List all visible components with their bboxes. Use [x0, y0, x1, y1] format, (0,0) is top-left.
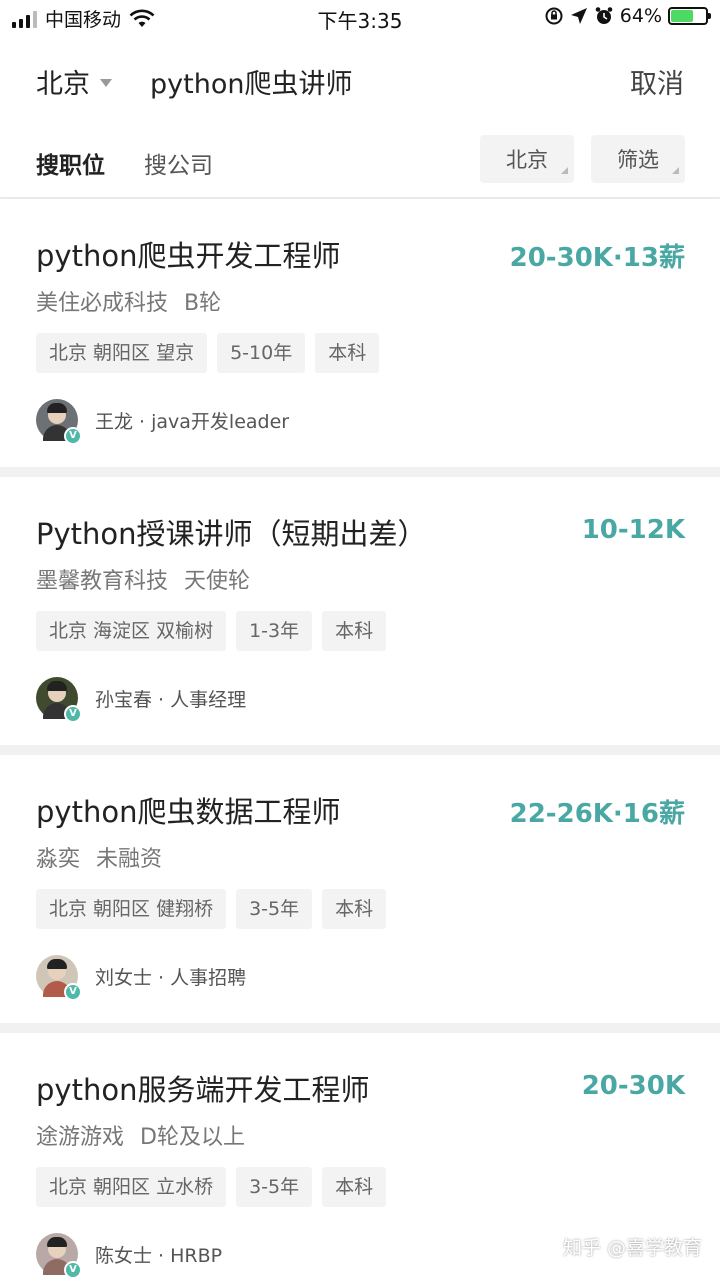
company-name: 美住必成科技	[36, 291, 169, 316]
education-tag: 本科	[322, 889, 387, 929]
job-title: python服务端开发工程师	[36, 1073, 370, 1107]
avatar: V	[36, 677, 82, 723]
chevron-down-icon	[100, 78, 112, 87]
company-name: 墨馨教育科技	[36, 569, 169, 594]
city-label: 北京	[36, 69, 90, 100]
job-title: Python授课讲师（短期出差）	[36, 517, 427, 551]
tab-search-jobs[interactable]: 搜职位	[36, 146, 105, 180]
cancel-button[interactable]: 取消	[630, 62, 684, 101]
company-name: 淼奕	[36, 847, 81, 872]
battery-level	[671, 10, 693, 22]
job-tags: 北京 朝阳区 立水桥 3-5年 本科	[36, 1167, 387, 1207]
job-card[interactable]: python爬虫开发工程师 20-30K·13薪 美住必成科技 B轮 北京 朝阳区…	[0, 199, 720, 467]
experience-tag: 3-5年	[236, 889, 313, 929]
rotation-lock-icon	[545, 7, 563, 25]
experience-tag: 5-10年	[217, 333, 306, 373]
filter-button[interactable]: 筛选	[591, 135, 685, 183]
job-salary: 20-30K·13薪	[509, 243, 685, 273]
recruiter: V 刘女士 · 人事招聘	[36, 955, 247, 1001]
education-tag: 本科	[315, 333, 380, 373]
funding-stage: B轮	[184, 291, 222, 316]
corner-triangle-icon	[561, 167, 568, 174]
company-name: 途游游戏	[36, 1125, 125, 1150]
funding-stage: D轮及以上	[140, 1125, 245, 1150]
job-title: python爬虫数据工程师	[36, 795, 341, 829]
status-right: 64%	[544, 5, 711, 27]
search-input[interactable]: python爬虫讲师	[150, 62, 352, 101]
funding-stage: 未融资	[96, 847, 163, 872]
city-filter-button[interactable]: 北京	[480, 135, 574, 183]
job-tags: 北京 海淀区 双榆树 1-3年 本科	[36, 611, 387, 651]
location-icon	[570, 8, 587, 24]
education-tag: 本科	[322, 1167, 387, 1207]
alarm-icon	[595, 7, 613, 24]
avatar: V	[36, 399, 82, 445]
experience-tag: 1-3年	[236, 611, 313, 651]
company-info: 淼奕 未融资	[36, 841, 162, 873]
tab-search-companies[interactable]: 搜公司	[144, 146, 213, 180]
job-tags: 北京 朝阳区 望京 5-10年 本科	[36, 333, 380, 373]
verified-badge-icon: V	[64, 427, 82, 445]
job-salary: 10-12K	[581, 515, 685, 545]
location-tag: 北京 海淀区 双榆树	[36, 611, 227, 651]
job-card[interactable]: Python授课讲师（短期出差） 10-12K 墨馨教育科技 天使轮 北京 海淀区…	[0, 477, 720, 745]
corner-triangle-icon	[672, 167, 679, 174]
job-card[interactable]: python爬虫数据工程师 22-26K·16薪 淼奕 未融资 北京 朝阳区 健翔…	[0, 755, 720, 1023]
verified-badge-icon: V	[64, 983, 82, 1001]
company-info: 美住必成科技 B轮	[36, 285, 221, 317]
avatar: V	[36, 955, 82, 1001]
recruiter-name: 刘女士 · 人事招聘	[95, 966, 247, 989]
filter-label: 筛选	[617, 148, 659, 172]
job-title: python爬虫开发工程师	[36, 239, 341, 273]
recruiter-name: 陈女士 · HRBP	[95, 1244, 223, 1267]
experience-tag: 3-5年	[236, 1167, 313, 1207]
city-dropdown[interactable]: 北京	[36, 62, 112, 101]
search-header: 北京 python爬虫讲师 取消	[0, 36, 720, 122]
job-salary: 20-30K	[581, 1071, 685, 1101]
location-tag: 北京 朝阳区 望京	[36, 333, 208, 373]
verified-badge-icon: V	[64, 705, 82, 723]
battery-icon	[668, 7, 711, 25]
job-salary: 22-26K·16薪	[509, 799, 685, 829]
company-info: 墨馨教育科技 天使轮	[36, 563, 250, 595]
recruiter: V 孙宝春 · 人事经理	[36, 677, 247, 723]
city-filter-label: 北京	[506, 148, 548, 172]
recruiter-name: 王龙 · java开发leader	[95, 410, 290, 433]
avatar: V	[36, 1233, 82, 1279]
location-tag: 北京 朝阳区 立水桥	[36, 1167, 227, 1207]
watermark: 知乎 @喜学教育	[562, 1237, 702, 1259]
status-bar: 中国移动 下午3:35 64%	[0, 0, 720, 36]
tab-bar: 搜职位 搜公司 北京 筛选	[0, 122, 720, 198]
battery-percent: 64%	[619, 5, 662, 27]
company-info: 途游游戏 D轮及以上	[36, 1119, 245, 1151]
recruiter: V 王龙 · java开发leader	[36, 399, 290, 445]
verified-badge-icon: V	[64, 1261, 82, 1279]
recruiter-name: 孙宝春 · 人事经理	[95, 688, 247, 711]
job-tags: 北京 朝阳区 健翔桥 3-5年 本科	[36, 889, 387, 929]
job-list: python爬虫开发工程师 20-30K·13薪 美住必成科技 B轮 北京 朝阳区…	[0, 199, 720, 1280]
location-tag: 北京 朝阳区 健翔桥	[36, 889, 227, 929]
recruiter: V 陈女士 · HRBP	[36, 1233, 223, 1279]
education-tag: 本科	[322, 611, 387, 651]
funding-stage: 天使轮	[184, 569, 251, 594]
